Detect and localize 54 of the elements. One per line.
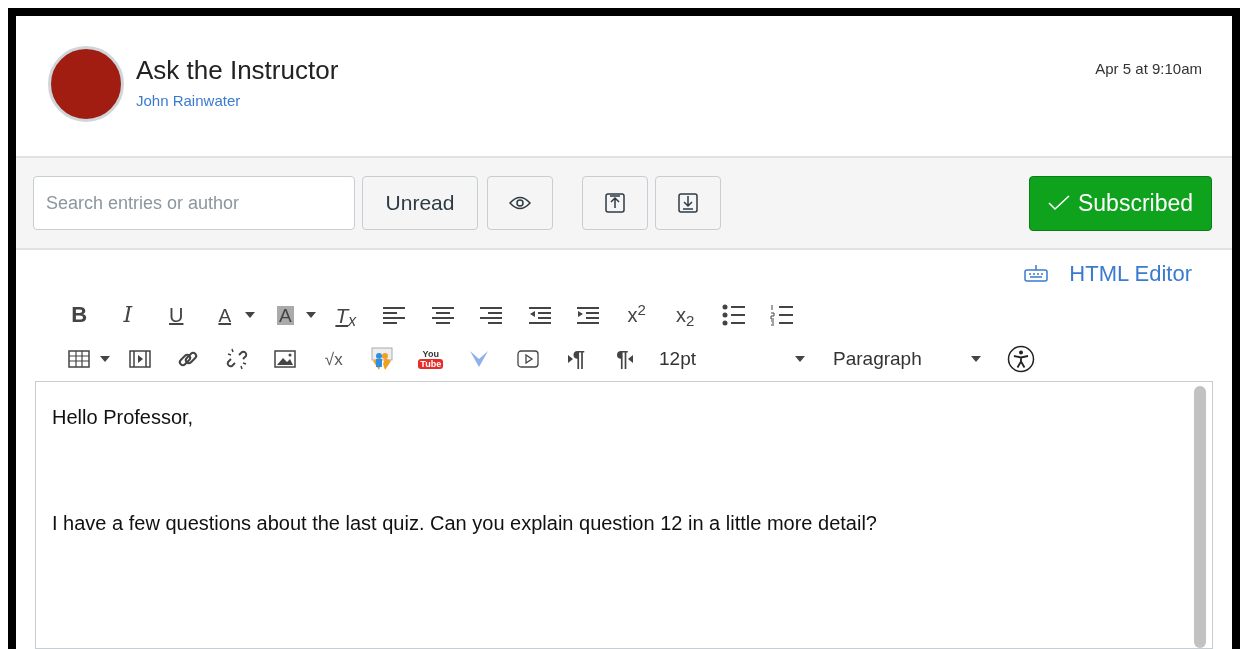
underline-button[interactable]: U	[152, 297, 201, 333]
italic-button[interactable]: I	[103, 297, 152, 333]
caret-icon	[99, 356, 110, 362]
caret-icon	[795, 356, 805, 362]
subscript-button[interactable]: x$_{2}$	[661, 297, 710, 333]
upload-icon	[605, 193, 625, 213]
html-editor-link[interactable]: HTML Editor	[1069, 256, 1192, 290]
chevron-icon	[469, 350, 490, 368]
arrow-icon	[567, 355, 573, 363]
clear-format-button[interactable]: T$_{x}$	[321, 297, 370, 333]
message-paragraph: Hello Professor,	[52, 405, 195, 430]
left-to-right-button[interactable]: ¶	[552, 341, 601, 377]
align-center-icon	[430, 305, 455, 325]
collapse-button[interactable]	[582, 176, 648, 230]
superscript-button[interactable]: x$^{2}$	[612, 297, 661, 333]
caret-icon	[971, 356, 981, 362]
checkmark-icon	[1047, 195, 1070, 211]
equation-button[interactable]: √x	[309, 341, 358, 377]
outdent-icon	[527, 305, 552, 325]
film-icon	[128, 350, 151, 368]
highlight-button[interactable]: A	[261, 297, 310, 333]
caret-icon	[245, 312, 255, 318]
block-format-dropdown[interactable]: Paragraph	[833, 341, 985, 377]
unread-button[interactable]: Unread	[362, 176, 478, 230]
post-timestamp: Apr 5 at 9:10am	[1095, 59, 1202, 79]
youtube-logo: You Tube	[418, 349, 444, 369]
editor-area[interactable]: Hello Professor, I have a few questions about the last quiz. Can you explain question 12 in a little more detail?	[35, 381, 1213, 649]
keyboard-icon	[1024, 264, 1049, 282]
youtube-button[interactable]: You Tube	[406, 341, 455, 377]
caret-icon	[305, 312, 316, 318]
discussion-title: Ask the Instructor	[136, 54, 339, 86]
expand-button[interactable]	[655, 176, 721, 230]
accessibility-icon	[1007, 345, 1035, 373]
align-left-icon	[382, 305, 407, 325]
bullet-list-icon	[721, 304, 746, 326]
scrollbar[interactable]	[1194, 386, 1206, 648]
bold-button[interactable]: B	[55, 297, 104, 333]
text-color-button[interactable]: A	[200, 297, 249, 333]
arrow-icon	[628, 355, 634, 363]
image-icon	[274, 350, 297, 368]
view-button[interactable]	[487, 176, 553, 230]
author-link[interactable]: John Rainwater	[136, 90, 339, 113]
search-field[interactable]: Search entries or author	[33, 176, 355, 230]
message-paragraph: I have a few questions about the last quiz. Can you explain question 12 in a little more detail?	[52, 511, 878, 536]
download-icon	[678, 193, 698, 213]
right-to-left-button[interactable]: ¶	[600, 341, 649, 377]
eye-icon	[509, 196, 531, 210]
table-icon	[68, 350, 91, 368]
numbered-list-icon	[770, 304, 795, 326]
font-size-dropdown[interactable]: 12pt	[659, 341, 809, 377]
people-icon	[370, 347, 395, 371]
indent-icon	[576, 305, 601, 325]
play-icon	[516, 350, 539, 368]
align-right-icon	[479, 305, 504, 325]
